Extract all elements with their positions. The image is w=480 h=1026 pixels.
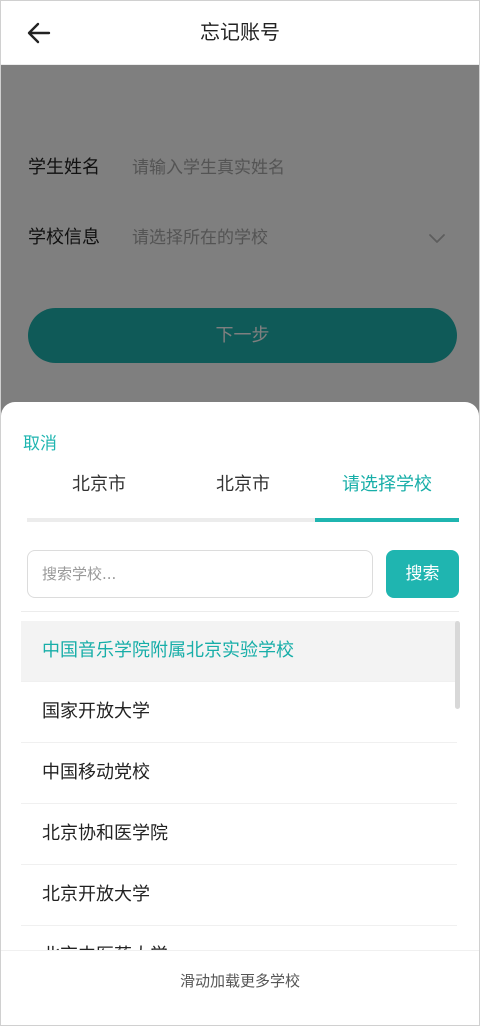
school-list-item[interactable]: 北京中医药大学 <box>21 926 457 951</box>
search-row: 搜索学校... 搜索 <box>27 550 459 602</box>
school-search-input[interactable]: 搜索学校... <box>27 550 373 598</box>
tab-school[interactable]: 请选择学校 <box>315 462 459 514</box>
tab-city[interactable]: 北京市 <box>171 462 315 514</box>
school-list-item[interactable]: 国家开放大学 <box>21 682 457 743</box>
top-bar: 忘记账号 <box>1 1 479 65</box>
school-list-item[interactable]: 中国移动党校 <box>21 743 457 804</box>
app-frame: 忘记账号 学生姓名 请输入学生真实姓名 学校信息 请选择所在的学校 下一步 取消… <box>0 0 480 1026</box>
school-list-item[interactable]: 中国音乐学院附属北京实验学校 <box>21 621 457 682</box>
region-tabs: 北京市 北京市 请选择学校 <box>27 462 459 522</box>
school-list[interactable]: 中国音乐学院附属北京实验学校 国家开放大学 中国移动党校 北京协和医学院 北京开… <box>21 621 457 951</box>
active-tab-indicator <box>315 518 459 522</box>
load-more-hint: 滑动加载更多学校 <box>1 950 479 1011</box>
school-list-item[interactable]: 北京协和医学院 <box>21 804 457 865</box>
cancel-button[interactable]: 取消 <box>23 429 57 454</box>
list-scrollbar[interactable] <box>455 621 460 709</box>
school-list-item[interactable]: 北京开放大学 <box>21 865 457 926</box>
school-picker-sheet: 取消 北京市 北京市 请选择学校 搜索学校... 搜索 中国音乐学院附属北京实验… <box>1 402 479 1025</box>
tab-province[interactable]: 北京市 <box>27 462 171 514</box>
page-title: 忘记账号 <box>200 20 280 44</box>
search-button[interactable]: 搜索 <box>386 550 459 598</box>
divider <box>21 611 459 612</box>
